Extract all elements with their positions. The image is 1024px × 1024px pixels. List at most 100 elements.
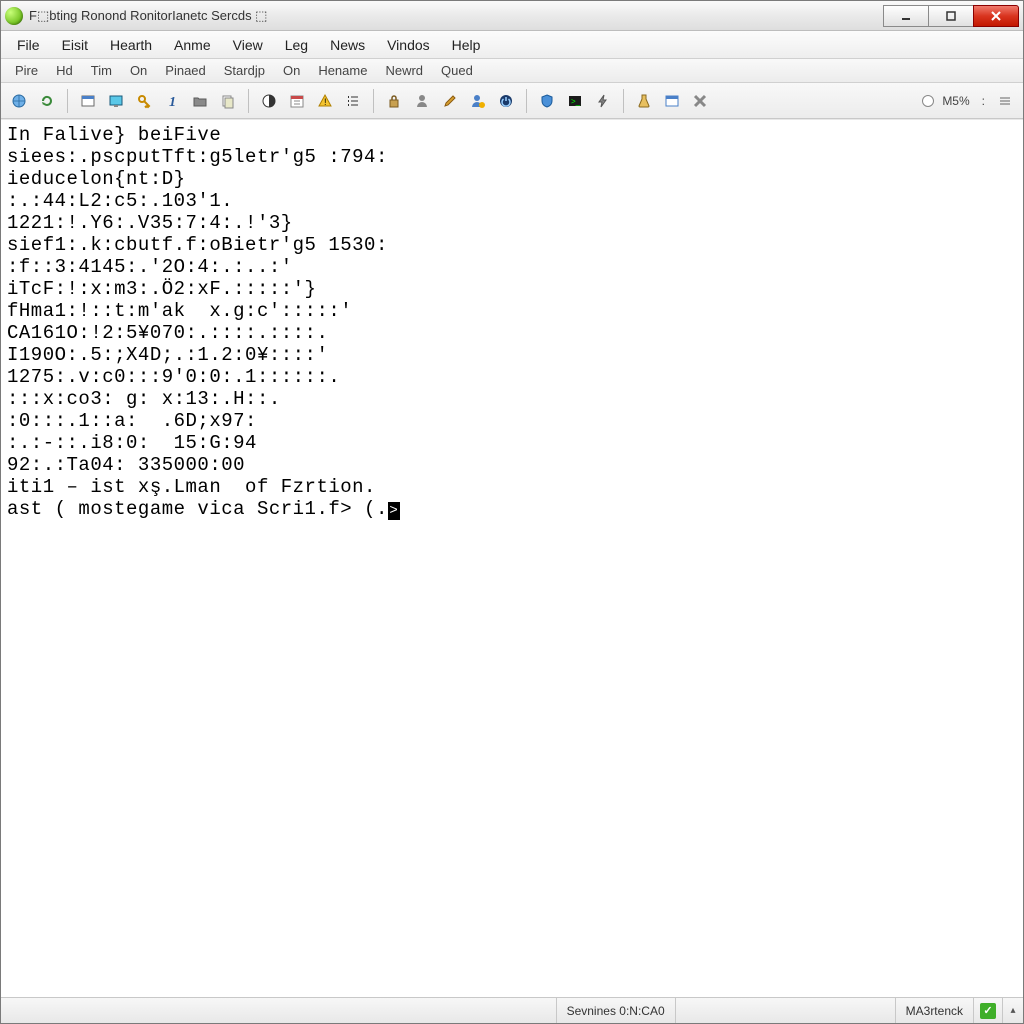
tool-terminal[interactable]: >_ [563, 89, 587, 113]
tool-flask[interactable] [632, 89, 656, 113]
window-title: F⬚bting Ronond RonitorIanetc Sercds ⬚ [29, 8, 884, 24]
toolbar-percent-label: M5% [938, 94, 973, 108]
menu-file[interactable]: File [7, 34, 50, 56]
menu-hearth[interactable]: Hearth [100, 34, 162, 56]
tool-contrast[interactable] [257, 89, 281, 113]
toolbar-separator [623, 89, 624, 113]
minimize-icon [900, 10, 912, 22]
user-badge-icon [470, 93, 486, 109]
console-line: ieducelon{nt:D} [7, 168, 186, 190]
tool-userbadge[interactable] [466, 89, 490, 113]
tool-calendar[interactable] [285, 89, 309, 113]
app-icon [5, 7, 23, 25]
secondary-bar: Pire Hd Tim On Pinaed Stardjp On Hename … [1, 59, 1023, 83]
svg-text:>_: >_ [571, 97, 581, 106]
sec-pinaed[interactable]: Pinaed [157, 61, 213, 80]
tool-flash[interactable] [591, 89, 615, 113]
tool-user[interactable] [410, 89, 434, 113]
tool-window[interactable] [76, 89, 100, 113]
console-line: sief1:.k:cbutf.f:oBietr'g5 1530: [7, 234, 388, 256]
console-output: In Falive} beiFive siees:.pscputTft:g5le… [1, 120, 1023, 524]
menu-bar: File Eisit Hearth Anme View Leg News Vin… [1, 31, 1023, 59]
contrast-icon [261, 93, 277, 109]
warning-icon: ! [317, 93, 333, 109]
minimize-button[interactable] [883, 5, 929, 27]
menu-edit[interactable]: Eisit [52, 34, 98, 56]
terminal-icon: >_ [567, 93, 583, 109]
tool-folder[interactable] [188, 89, 212, 113]
sec-qued[interactable]: Qued [433, 61, 481, 80]
tool-warning[interactable]: ! [313, 89, 337, 113]
list-icon [345, 93, 361, 109]
lock-icon [386, 93, 402, 109]
sec-pire[interactable]: Pire [7, 61, 46, 80]
menu-news[interactable]: News [320, 34, 375, 56]
tool-info[interactable]: 1 [160, 89, 184, 113]
console-line: :.:44:L2:c5:.103'1. [7, 190, 233, 212]
menu-anme[interactable]: Anme [164, 34, 221, 56]
status-bar: Sevnines 0:N:CA0 MA3rtenck ✓ ▴ [1, 997, 1023, 1023]
close-button[interactable] [973, 5, 1019, 27]
info-icon: 1 [164, 93, 180, 109]
sec-tim[interactable]: Tim [83, 61, 120, 80]
app-window: F⬚bting Ronond RonitorIanetc Sercds ⬚ Fi… [0, 0, 1024, 1024]
console-line: 92:.:Ta04: 335000:00 [7, 454, 245, 476]
tool-key[interactable] [132, 89, 156, 113]
shield-icon [539, 93, 555, 109]
toolbar-percent-suffix: : [978, 94, 989, 108]
title-bar: F⬚bting Ronond RonitorIanetc Sercds ⬚ [1, 1, 1023, 31]
console-line: I190O:.5:;X4D;.:1.2:0¥::::' [7, 344, 328, 366]
maximize-button[interactable] [928, 5, 974, 27]
more-icon [998, 94, 1012, 108]
menu-help[interactable]: Help [442, 34, 491, 56]
folder-icon [192, 93, 208, 109]
console-line: fHma1:!::t:m'ak x.g:c':::::' [7, 300, 352, 322]
console-line: :::x:co3: g: x:13:.H::. [7, 388, 281, 410]
menu-view[interactable]: View [223, 34, 273, 56]
console-line: :0:::.1::a: .6D;x97: [7, 410, 257, 432]
sec-startup[interactable]: Stardjp [216, 61, 273, 80]
status-scroll-up[interactable]: ▴ [1002, 998, 1023, 1023]
lightning-icon [595, 93, 611, 109]
check-icon: ✓ [980, 1003, 996, 1019]
tool-screen[interactable] [104, 89, 128, 113]
tool-lock[interactable] [382, 89, 406, 113]
toolbar-separator [526, 89, 527, 113]
tool-delete[interactable] [688, 89, 712, 113]
tool-app[interactable] [660, 89, 684, 113]
console-line: 1221:!.Y6:.V35:7:4:.!'3} [7, 212, 293, 234]
console-line: :f::3:4145:.'2O:4:.:..:' [7, 256, 293, 278]
console-area[interactable]: In Falive} beiFive siees:.pscputTft:g5le… [1, 119, 1023, 997]
status-ok: ✓ [973, 998, 1002, 1023]
maximize-icon [945, 10, 957, 22]
tool-shield[interactable] [535, 89, 559, 113]
globe-icon [11, 93, 27, 109]
refresh-icon [39, 93, 55, 109]
status-right: MA3rtenck [895, 998, 973, 1023]
toolbar: 1 ! >_ M5% : [1, 83, 1023, 119]
tool-power[interactable] [494, 89, 518, 113]
calendar-icon [289, 93, 305, 109]
tool-refresh[interactable] [35, 89, 59, 113]
menu-leg[interactable]: Leg [275, 34, 318, 56]
sec-on2[interactable]: On [275, 61, 308, 80]
window-controls [884, 5, 1019, 27]
menu-window[interactable]: Vindos [377, 34, 440, 56]
console-line: :.:-::.i8:0: 15:G:94 [7, 432, 257, 454]
sec-hd[interactable]: Hd [48, 61, 81, 80]
tool-menu-more[interactable] [993, 89, 1017, 113]
tool-copy[interactable] [216, 89, 240, 113]
app-window-icon [664, 93, 680, 109]
tool-radio[interactable] [922, 95, 934, 107]
tool-edit[interactable] [438, 89, 462, 113]
console-line: CA161O:!2:5¥070:.::::.::::. [7, 322, 328, 344]
console-line: In Falive} beiFive [7, 124, 221, 146]
console-line: iti1 – ist xş.Lman of Fzrtion. [7, 476, 376, 498]
sec-newrd[interactable]: Newrd [377, 61, 431, 80]
cursor: > [388, 502, 400, 520]
sec-on1[interactable]: On [122, 61, 155, 80]
tool-list[interactable] [341, 89, 365, 113]
tool-back[interactable] [7, 89, 31, 113]
sec-hename[interactable]: Hename [310, 61, 375, 80]
status-left [1, 998, 556, 1023]
